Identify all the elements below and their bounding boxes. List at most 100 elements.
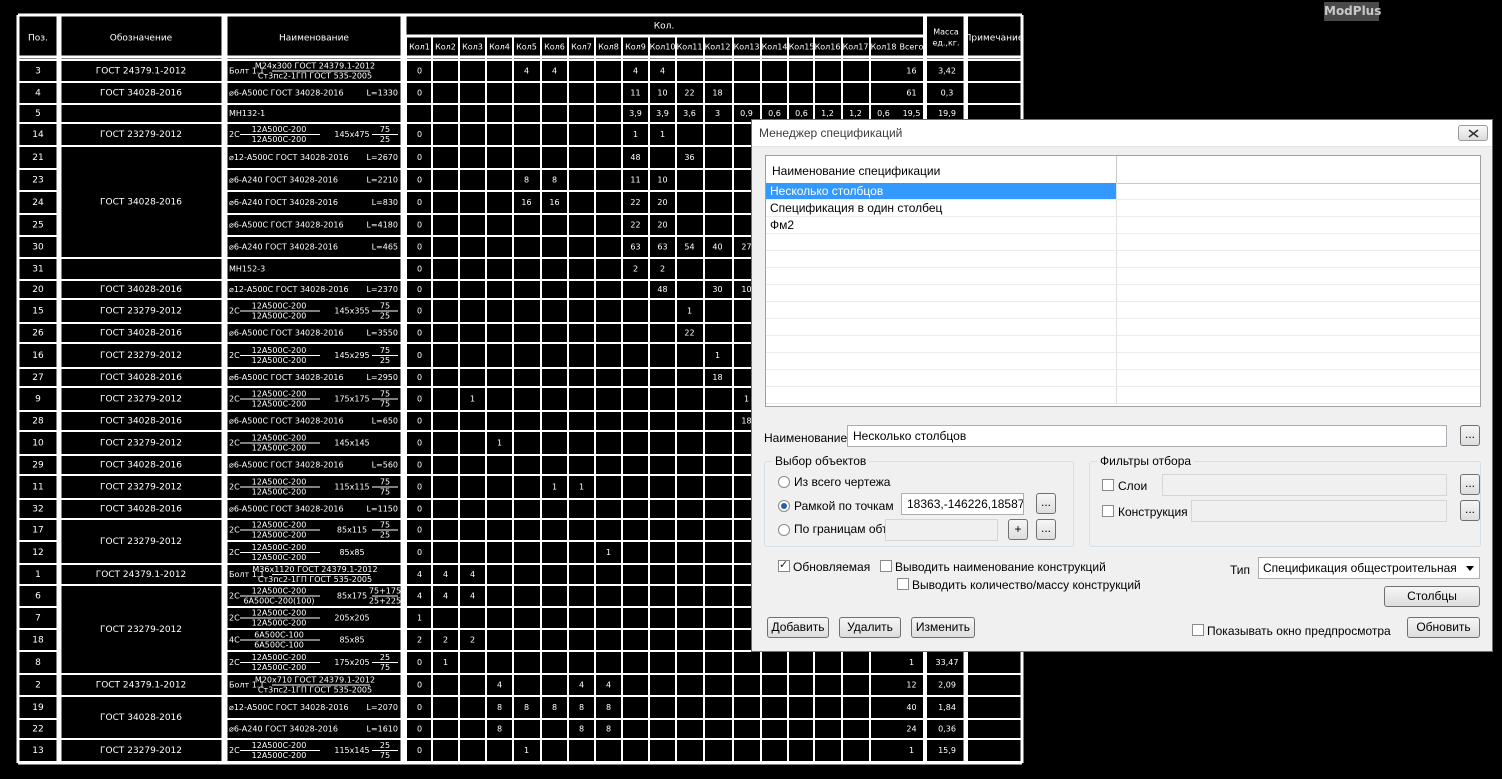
spec-list-item[interactable]: Спецификация в один столбец (766, 200, 1480, 217)
name-cell: 2С (229, 130, 240, 139)
name-cell-bottom: Ст3пс2-1ГП ГОСТ 535-2005 (258, 72, 372, 81)
close-button[interactable] (1458, 125, 1488, 141)
designation-cell: ГОСТ 34028-2016 (100, 373, 182, 383)
mesh-overhang-bottom: 25 (380, 531, 390, 540)
radio-all-drawing[interactable] (778, 476, 790, 488)
qty-cell: 36 (684, 153, 694, 162)
spec-list-item[interactable] (766, 251, 1480, 268)
qty-cell: 3,9 (629, 109, 642, 118)
name-browse-button[interactable]: ... (1460, 425, 1480, 446)
qty-cell: 8 (524, 176, 529, 185)
qty-cell: 0 (417, 746, 422, 755)
length-cell: L=2950 (366, 373, 398, 382)
mesh-size: 175х205 (334, 658, 369, 667)
spec-list-item[interactable]: Фм2 (766, 217, 1480, 234)
radio-object-bounds[interactable] (778, 524, 790, 536)
pos-cell: 18 (32, 636, 44, 646)
qty-cell: 4 (417, 592, 422, 601)
bounds-input[interactable] (885, 519, 998, 541)
mesh-overhang-bottom: 25 (380, 356, 390, 365)
qty-cell: 0 (417, 329, 422, 338)
spec-list-item[interactable] (766, 387, 1480, 404)
mesh-overhang-top: 75 (380, 302, 390, 311)
type-select[interactable]: Спецификация общестроительная (1258, 557, 1480, 579)
qty-cell: 0 (417, 658, 422, 667)
edit-button[interactable]: Изменить (911, 617, 975, 638)
spec-list-header-name[interactable]: Наименование спецификации (766, 156, 1117, 183)
qty-cell: 4 (417, 570, 422, 579)
construction-checkbox[interactable] (1102, 505, 1114, 517)
length-cell: L=4180 (366, 221, 398, 230)
delete-button[interactable]: Удалить (839, 617, 901, 638)
layers-browse-button[interactable]: ... (1460, 474, 1480, 495)
spec-list-header[interactable]: Наименование спецификации (766, 156, 1480, 184)
mesh-overhang-bottom: 75 (380, 663, 390, 672)
qty-cell: 40 (712, 243, 722, 252)
designation-cell: ГОСТ 23279-2012 (100, 307, 182, 317)
updatable-checkbox[interactable] (778, 558, 790, 572)
mesh-bottom: 12А500С-200 (252, 619, 307, 628)
designation-cell: ГОСТ 34028-2016 (100, 461, 182, 471)
spec-list-item-name (766, 251, 1117, 267)
qty-cell: 1 (443, 658, 448, 667)
qty-cell: 2 (660, 265, 665, 274)
spec-list-item[interactable] (766, 370, 1480, 387)
show-construction-name-checkbox[interactable] (880, 560, 892, 572)
spec-list-item[interactable] (766, 285, 1480, 302)
spec-list-item[interactable]: Несколько столбцов (766, 183, 1480, 200)
qty-cell: 30 (712, 285, 722, 294)
bounds-add-button[interactable]: + (1008, 519, 1028, 540)
designation-cell: ГОСТ 34028-2016 (100, 417, 182, 427)
construction-browse-button[interactable]: ... (1460, 500, 1480, 521)
show-construction-qty-label: Выводить количество/массу конструкций (912, 578, 1141, 592)
qty-cell: 63 (657, 243, 667, 252)
modplus-badge[interactable]: ModPlus (1324, 2, 1381, 21)
spec-list-item[interactable] (766, 353, 1480, 370)
designation-cell: ГОСТ 34028-2016 (100, 89, 182, 99)
name-cell-bottom: Ст3пс2-1ГП ГОСТ 535-2005 (258, 686, 372, 695)
frame-browse-button[interactable]: ... (1036, 493, 1056, 514)
spec-list-item-name (766, 370, 1117, 386)
construction-input[interactable] (1191, 500, 1447, 522)
name-cell-top: М20х710 ГОСТ 24379.1-2012 (255, 676, 375, 685)
add-button[interactable]: Добавить (767, 617, 829, 638)
columns-button[interactable]: Столбцы (1384, 586, 1480, 607)
spec-list-item[interactable] (766, 319, 1480, 336)
spec-list-item[interactable] (766, 302, 1480, 319)
refresh-button[interactable]: Обновить (1407, 617, 1480, 638)
pos-cell: 19 (32, 703, 44, 713)
layers-input[interactable] (1162, 474, 1447, 496)
mass-cell: 3,42 (938, 67, 956, 76)
pos-cell: 29 (32, 461, 44, 471)
qty-cell: 63 (630, 243, 640, 252)
layers-checkbox[interactable] (1102, 479, 1114, 491)
mesh-bottom: 12А500С-200 (252, 751, 307, 760)
qty-col-header: Кол10 (650, 43, 676, 52)
qty-col-header: Кол17 (843, 43, 869, 52)
dialog-titlebar[interactable]: Менеджер спецификаций (752, 120, 1492, 147)
spec-list-item[interactable] (766, 336, 1480, 353)
spec-list-item[interactable] (766, 268, 1480, 285)
mesh-overhang-bottom: 75 (380, 400, 390, 409)
mesh-top: 12А500С-200 (252, 521, 307, 530)
total-cell: 61 (906, 89, 916, 98)
designation-cell: ГОСТ 23279-2012 (100, 395, 182, 405)
name-cell-top: М36х1120 ГОСТ 24379.1-2012 (252, 565, 377, 574)
name-input[interactable]: Несколько столбцов (847, 425, 1447, 447)
qty-cell: 0 (417, 265, 422, 274)
qty-cell: 54 (684, 243, 694, 252)
spec-list[interactable]: Наименование спецификации Несколько стол… (765, 155, 1481, 407)
spec-list-item[interactable] (766, 234, 1480, 251)
mesh-bottom: 6А500С-200(100) (243, 597, 314, 606)
frame-points-input[interactable]: 18363,-146226,18587,-1 (901, 493, 1024, 515)
name-cell: 2С (229, 351, 240, 360)
qty-cell: 22 (630, 221, 640, 230)
preview-checkbox[interactable] (1192, 624, 1204, 636)
pos-cell: 23 (32, 176, 43, 186)
qty-cell: 1 (524, 746, 529, 755)
bounds-browse-button[interactable]: ... (1036, 519, 1056, 540)
qty-cell: 18 (712, 373, 722, 382)
name-cell: ⌀6-А240 ГОСТ 34028-2016 (229, 198, 338, 207)
radio-frame-points[interactable] (778, 500, 790, 512)
show-construction-qty-checkbox[interactable] (897, 578, 909, 590)
